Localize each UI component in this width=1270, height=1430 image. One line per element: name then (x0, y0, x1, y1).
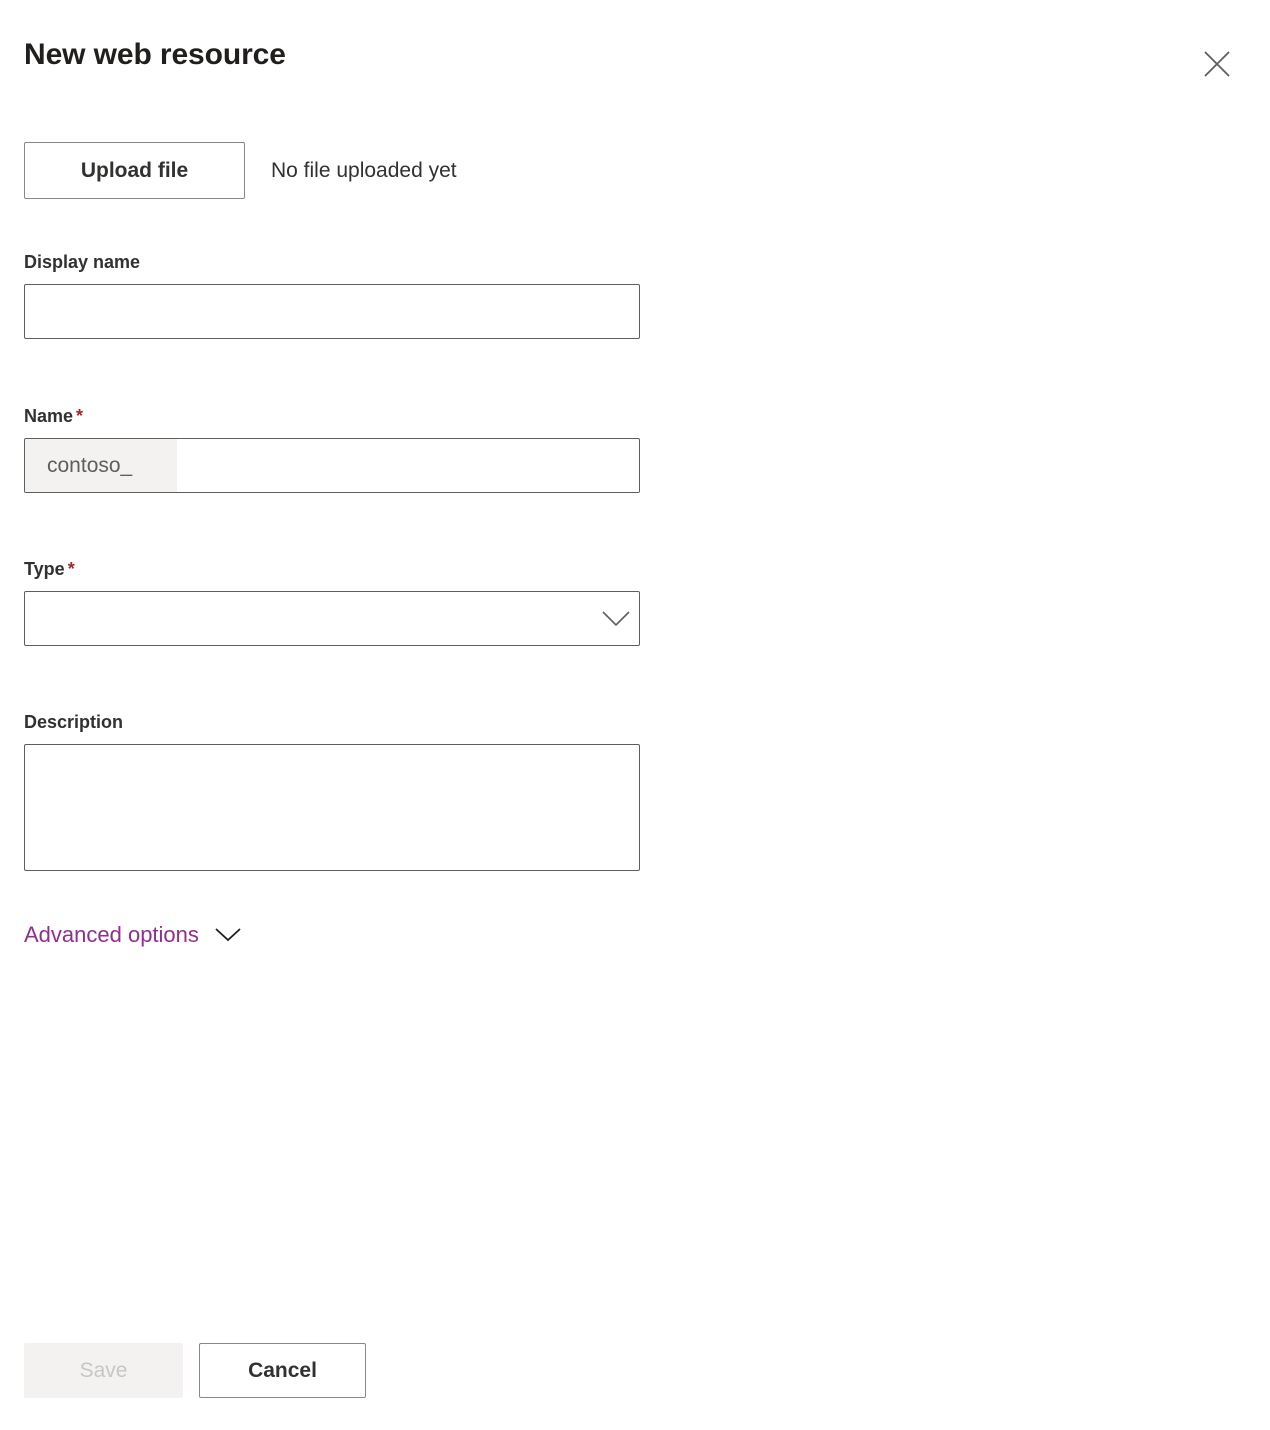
name-input[interactable] (177, 439, 639, 492)
advanced-options-toggle[interactable]: Advanced options (24, 922, 241, 948)
upload-file-row: Upload file No file uploaded yet (24, 142, 457, 199)
name-label: Name * (24, 404, 640, 428)
advanced-options-label: Advanced options (24, 922, 199, 947)
description-label: Description (24, 712, 124, 732)
description-textarea[interactable] (24, 744, 640, 871)
close-panel-button[interactable] (1193, 40, 1241, 88)
panel-footer: Save Cancel (24, 1343, 366, 1398)
field-display-name: Display name (24, 250, 640, 339)
close-icon (1202, 49, 1232, 79)
name-label-text: Name (24, 406, 74, 426)
chevron-down-icon (215, 928, 241, 942)
name-input-group: contoso_ (24, 438, 640, 493)
name-prefix-label: contoso_ (25, 439, 177, 492)
chevron-down-icon (593, 610, 639, 627)
type-label-text: Type (24, 559, 65, 579)
save-button[interactable]: Save (24, 1343, 183, 1398)
upload-file-button[interactable]: Upload file (24, 142, 245, 199)
page-title: New web resource (24, 38, 286, 71)
field-name: Name * contoso_ (24, 404, 640, 493)
cancel-button[interactable]: Cancel (199, 1343, 366, 1398)
field-type: Type * (24, 557, 640, 646)
panel-header: New web resource (0, 0, 1270, 120)
type-label: Type * (24, 557, 640, 581)
type-dropdown[interactable] (24, 591, 640, 646)
type-required-asterisk: * (67, 559, 75, 579)
display-name-label: Display name (24, 252, 141, 272)
upload-status-text: No file uploaded yet (271, 158, 457, 182)
name-required-asterisk: * (76, 406, 84, 426)
field-description: Description (24, 710, 640, 876)
display-name-input[interactable] (24, 284, 640, 339)
